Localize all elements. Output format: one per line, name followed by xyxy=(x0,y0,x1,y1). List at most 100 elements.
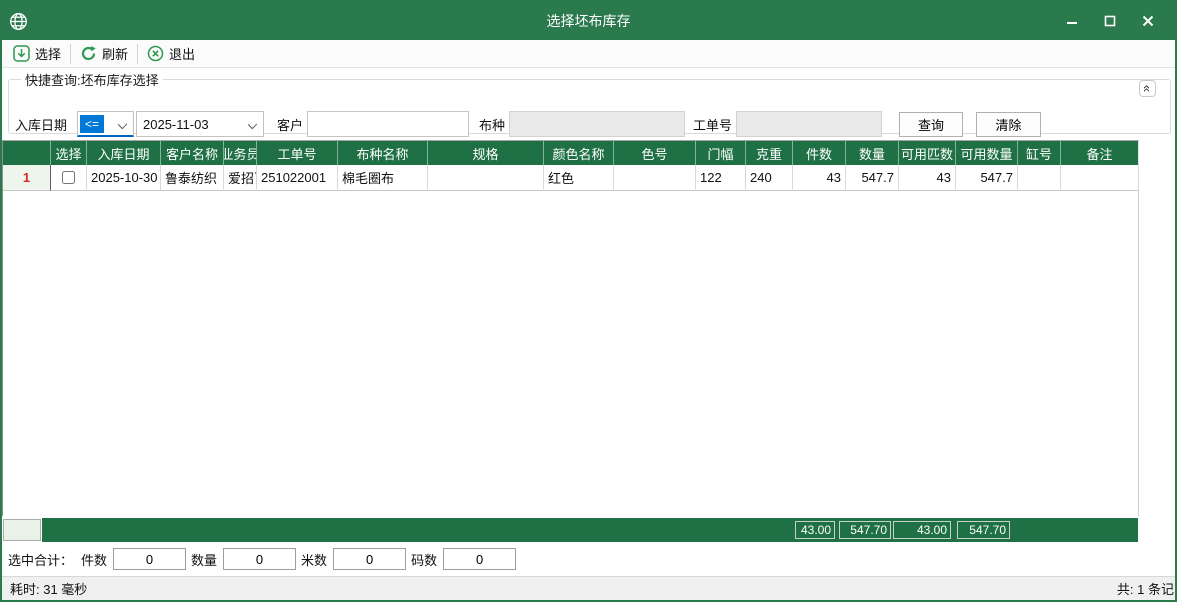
selected-totals-row: 选中合计： 件数 数量 米数 码数 xyxy=(2,542,1175,576)
column-header-color_name[interactable]: 颜色名称 xyxy=(544,141,614,165)
cell-fabric: 棉毛圈布 xyxy=(338,165,428,191)
column-header-remark[interactable]: 备注 xyxy=(1061,141,1139,165)
statusbar: 耗时: 31 毫秒 共: 1 条记 xyxy=(2,576,1175,600)
grid-body: 12025-10-30鲁泰纺织爱招飞251022001棉毛圈布红色1222404… xyxy=(3,165,1138,191)
column-header-check[interactable]: 选择 xyxy=(51,141,87,165)
chevron-down-icon xyxy=(248,120,257,129)
maximize-button[interactable] xyxy=(1091,2,1129,40)
column-header-avail_pieces[interactable]: 可用匹数 xyxy=(899,141,956,165)
minimize-button[interactable] xyxy=(1053,2,1091,40)
fabric-label: 布种 xyxy=(479,115,505,134)
column-header-salesman[interactable]: 业务员 xyxy=(224,141,257,165)
select-button-label: 选择 xyxy=(35,44,61,63)
total-label-quantity: 数量 xyxy=(191,550,217,569)
cell-avail_qty: 547.7 xyxy=(956,165,1018,191)
window-title: 选择坯布库存 xyxy=(2,11,1175,31)
summary-footer-bar: 43.00547.7043.00547.70 xyxy=(42,518,1138,542)
quick-query-legend: 快捷查询:坯布库存选择 xyxy=(21,70,163,89)
total-group-pieces: 件数 xyxy=(81,548,186,570)
clear-button[interactable]: 清除 xyxy=(976,112,1041,137)
toolbar: 选择 刷新 退出 xyxy=(2,40,1175,68)
summary-avail-qty: 547.70 xyxy=(957,521,1010,539)
exit-button-label: 退出 xyxy=(169,44,195,63)
search-button[interactable]: 查询 xyxy=(899,112,963,137)
cell-avail_pieces: 43 xyxy=(899,165,956,191)
column-header-pieces[interactable]: 件数 xyxy=(793,141,846,165)
date-operator-select[interactable]: <= xyxy=(77,111,134,137)
titlebar: 选择坯布库存 xyxy=(2,2,1175,40)
cell-spec xyxy=(428,165,544,191)
cell-gram_weight: 240 xyxy=(746,165,793,191)
summary-quantity: 547.70 xyxy=(839,521,891,539)
column-header-gram_weight[interactable]: 克重 xyxy=(746,141,793,165)
refresh-icon xyxy=(80,45,97,62)
total-group-yards: 码数 xyxy=(411,548,516,570)
quick-query-panel: 快捷查询:坯布库存选择 « 入库日期 <= 2025-11-03 客户 布种 工… xyxy=(8,70,1171,134)
exit-circle-x-icon xyxy=(147,45,164,62)
customer-label: 客户 xyxy=(277,115,303,134)
total-input-quantity[interactable] xyxy=(223,548,296,570)
summary-avail-pieces: 43.00 xyxy=(893,521,951,539)
column-header-fabric[interactable]: 布种名称 xyxy=(338,141,428,165)
column-header-avail_qty[interactable]: 可用数量 xyxy=(956,141,1018,165)
elapsed-time-text: 耗时: 31 毫秒 xyxy=(10,579,87,598)
table-row[interactable]: 12025-10-30鲁泰纺织爱招飞251022001棉毛圈布红色1222404… xyxy=(3,165,1138,191)
cell-work_order: 251022001 xyxy=(257,165,338,191)
total-input-pieces[interactable] xyxy=(113,548,186,570)
column-header-work_order[interactable]: 工单号 xyxy=(257,141,338,165)
grid-header-row: 选择入库日期客户名称业务员工单号布种名称规格颜色名称色号门幅克重件数数量可用匹数… xyxy=(3,141,1138,165)
summary-corner-box xyxy=(3,519,41,541)
cell-door_width: 122 xyxy=(696,165,746,191)
close-button[interactable] xyxy=(1129,2,1167,40)
caption-buttons xyxy=(1053,2,1167,40)
date-value: 2025-11-03 xyxy=(143,117,209,132)
column-header-spec[interactable]: 规格 xyxy=(428,141,544,165)
query-controls-row: 入库日期 <= 2025-11-03 客户 布种 工单号 查询 清除 xyxy=(15,111,1164,137)
cell-color_no xyxy=(614,165,696,191)
cell-salesman: 爱招飞 xyxy=(224,165,257,191)
collapse-panel-button[interactable]: « xyxy=(1139,80,1156,97)
column-header-color_no[interactable]: 色号 xyxy=(614,141,696,165)
cell-vat_no xyxy=(1018,165,1061,191)
cell-color_name: 红色 xyxy=(544,165,614,191)
toolbar-separator xyxy=(70,44,71,64)
refresh-button-label: 刷新 xyxy=(102,44,128,63)
column-header-quantity[interactable]: 数量 xyxy=(846,141,899,165)
date-select[interactable]: 2025-11-03 xyxy=(136,111,264,137)
total-input-meters[interactable] xyxy=(333,548,406,570)
column-header-customer[interactable]: 客户名称 xyxy=(161,141,224,165)
total-label-yards: 码数 xyxy=(411,550,437,569)
cell-quantity: 547.7 xyxy=(846,165,899,191)
chevron-down-icon xyxy=(118,120,127,129)
cell-rownum: 1 xyxy=(3,165,51,191)
column-header-in_date[interactable]: 入库日期 xyxy=(87,141,161,165)
selected-totals-label: 选中合计： xyxy=(8,550,73,569)
summary-pieces: 43.00 xyxy=(795,521,835,539)
fabric-input[interactable] xyxy=(509,111,685,137)
globe-icon xyxy=(8,11,28,31)
date-label: 入库日期 xyxy=(15,115,67,134)
customer-input[interactable] xyxy=(307,111,469,137)
workorder-label: 工单号 xyxy=(693,115,732,134)
operator-value: <= xyxy=(80,115,104,133)
select-button[interactable]: 选择 xyxy=(6,41,68,66)
total-label-pieces: 件数 xyxy=(81,550,107,569)
total-group-meters: 米数 xyxy=(301,548,406,570)
refresh-button[interactable]: 刷新 xyxy=(73,41,135,66)
exit-button[interactable]: 退出 xyxy=(140,41,202,66)
record-count-text: 共: 1 条记 xyxy=(1117,579,1174,598)
row-select-checkbox[interactable] xyxy=(62,171,75,184)
dialog-window: 选择坯布库存 选择 xyxy=(0,0,1177,602)
cell-in_date: 2025-10-30 xyxy=(87,165,161,191)
cell-pieces: 43 xyxy=(793,165,846,191)
select-arrow-icon xyxy=(13,45,30,62)
column-header-vat_no[interactable]: 缸号 xyxy=(1018,141,1061,165)
workorder-input[interactable] xyxy=(736,111,882,137)
total-label-meters: 米数 xyxy=(301,550,327,569)
total-input-yards[interactable] xyxy=(443,548,516,570)
double-chevron-up-icon: « xyxy=(1141,85,1154,92)
column-header-door_width[interactable]: 门幅 xyxy=(696,141,746,165)
column-header-rownum[interactable] xyxy=(3,141,51,165)
cell-check xyxy=(51,165,87,191)
summary-band: 43.00547.7043.00547.70 xyxy=(2,516,1175,542)
